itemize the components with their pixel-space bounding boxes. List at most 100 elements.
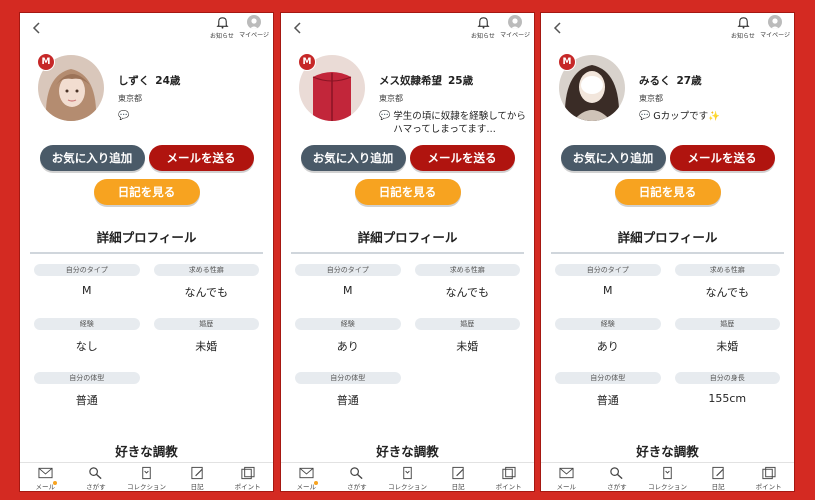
tab-diary[interactable]: 日記 [172, 463, 223, 491]
search-icon [89, 467, 102, 480]
user-avatar-icon [508, 15, 522, 29]
mypage-label: マイページ [500, 32, 530, 39]
bell-icon [736, 17, 750, 29]
favorite-training-heading: 好きな調教 [115, 444, 178, 459]
view-diary-button[interactable]: 日記を見る [354, 179, 461, 205]
detail-profile-heading: 詳細プロフィール [96, 230, 197, 245]
detail-label: 婚歴 [153, 318, 259, 330]
favorite-training-heading: 好きな調教 [636, 444, 699, 459]
tab-search[interactable]: さがす [592, 463, 643, 491]
detail-value: 普通 [75, 394, 98, 407]
tab-label: ポイント [755, 483, 782, 491]
detail-item: 婚歴 未婚 [673, 318, 783, 372]
top-bar: お知らせ マイページ [541, 13, 794, 43]
detail-profile-heading: 詳細プロフィール [357, 230, 458, 245]
detail-label: 経験 [34, 318, 140, 330]
detail-label: 自分の身長 [674, 372, 780, 384]
detail-profile-heading: 詳細プロフィール [617, 230, 718, 245]
tab-label: 日記 [711, 483, 725, 491]
profile-name: みるく [639, 75, 671, 87]
favorite-training-heading: 好きな調教 [376, 444, 439, 459]
detail-label: 求める性癖 [674, 264, 780, 276]
detail-item: 経験 あり [553, 318, 663, 372]
add-favorite-button[interactable]: お気に入り追加 [300, 145, 406, 171]
detail-label: 経験 [555, 318, 661, 330]
notice-button[interactable]: お知らせ [730, 15, 756, 40]
profile-screen-2: お知らせ マイページ M メス奴隷希望 25歳 東京都 💬 学生の頃に奴隷を経験して… [280, 12, 535, 492]
add-favorite-button[interactable]: お気に入り追加 [560, 145, 666, 171]
tab-collection[interactable]: コレクション [121, 463, 172, 491]
tab-search[interactable]: さがす [332, 463, 383, 491]
profile-area: 東京都 [379, 94, 403, 103]
detail-item: 自分のタイプ M [553, 264, 663, 318]
tab-mail[interactable]: メール [541, 463, 592, 491]
add-favorite-button[interactable]: お気に入り追加 [39, 145, 145, 171]
profile-details: 自分のタイプ M 求める性癖なんでも 経験 あり 婚歴 未婚 自分の体型普通 自分の身… [541, 254, 794, 426]
profile-details: 自分のタイプ M 求める性癖 なんでも 経験 あり 婚歴 未婚 自分の体型 普通 [281, 254, 534, 426]
detail-label: 経験 [295, 318, 401, 330]
m-badge: M [37, 53, 55, 71]
search-icon [610, 467, 623, 480]
bottom-tab-bar: メール さがす コレクション 日記 ポイント [281, 462, 534, 491]
detail-item: 自分の体型 普通 [32, 372, 142, 426]
tab-points[interactable]: ポイント [222, 463, 273, 491]
back-arrow-icon[interactable] [29, 20, 45, 36]
notice-button[interactable]: お知らせ [470, 15, 496, 40]
tab-points[interactable]: ポイント [483, 463, 534, 491]
profile-screen-3: お知らせ マイページ M みるく 27歳 東京都 💬 Gカップです✨ お気に入り… [540, 12, 795, 492]
tab-label: メール [556, 483, 577, 491]
tab-diary[interactable]: 日記 [433, 463, 484, 491]
notice-label: お知らせ [731, 33, 755, 40]
detail-value: 未婚 [456, 340, 479, 353]
profile-header: M みるく 27歳 東京都 💬 Gカップです✨ [541, 43, 794, 139]
profile-details: 自分のタイプ M 求める性癖 なんでも 経験 なし 婚歴 未婚 自分の体型 普通 [20, 254, 273, 426]
user-avatar-icon [768, 15, 782, 29]
detail-value: 普通 [596, 394, 619, 407]
view-diary-button[interactable]: 日記を見る [614, 179, 721, 205]
bell-icon [215, 17, 229, 29]
notice-label: お知らせ [471, 33, 495, 40]
tab-label: 日記 [190, 483, 204, 491]
detail-label: 婚歴 [674, 318, 780, 330]
detail-label: 求める性癖 [153, 264, 259, 276]
detail-item: 経験 なし [32, 318, 142, 372]
points-icon [762, 466, 776, 480]
unread-dot [314, 481, 318, 485]
detail-label: 自分の体型 [555, 372, 661, 384]
tab-mail[interactable]: メール [281, 463, 332, 491]
send-mail-button[interactable]: メールを送る [669, 145, 775, 171]
tab-points[interactable]: ポイント [743, 463, 794, 491]
tab-diary[interactable]: 日記 [693, 463, 744, 491]
detail-value: 普通 [336, 394, 359, 407]
mypage-button[interactable]: マイページ [760, 15, 790, 40]
view-diary-button[interactable]: 日記を見る [93, 179, 200, 205]
detail-label: 求める性癖 [414, 264, 520, 276]
detail-value: あり [336, 340, 359, 353]
tab-collection[interactable]: コレクション [382, 463, 433, 491]
send-mail-button[interactable]: メールを送る [409, 145, 515, 171]
tab-search[interactable]: さがす [71, 463, 122, 491]
mypage-button[interactable]: マイページ [239, 15, 269, 40]
detail-item: 自分の身長 155cm [673, 372, 783, 426]
profile-screen-1: お知らせ マイページ M しずく24歳 東京都 � [19, 12, 274, 492]
bottom-tab-bar: メール さがす コレクション 日記 ポイント [541, 462, 794, 491]
detail-item: 求める性癖 なんでも [673, 264, 783, 318]
mypage-button[interactable]: マイページ [500, 15, 530, 40]
detail-value: M [82, 284, 92, 297]
back-arrow-icon[interactable] [290, 20, 306, 36]
profile-age: 27歳 [676, 75, 702, 87]
detail-value: なんでも [705, 286, 749, 299]
diary-icon [451, 466, 464, 480]
envelope-icon [299, 467, 314, 479]
detail-item: 婚歴 未婚 [152, 318, 262, 372]
tab-label: コレクション [126, 483, 166, 491]
send-mail-button[interactable]: メールを送る [148, 145, 254, 171]
notice-button[interactable]: お知らせ [209, 15, 235, 40]
mypage-label: マイページ [760, 32, 790, 39]
tab-collection[interactable]: コレクション [642, 463, 693, 491]
tab-label: ポイント [495, 483, 522, 491]
speech-bubble-icon: 💬 [379, 111, 391, 121]
envelope-icon [559, 467, 574, 479]
tab-mail[interactable]: メール [20, 463, 71, 491]
back-arrow-icon[interactable] [550, 20, 566, 36]
